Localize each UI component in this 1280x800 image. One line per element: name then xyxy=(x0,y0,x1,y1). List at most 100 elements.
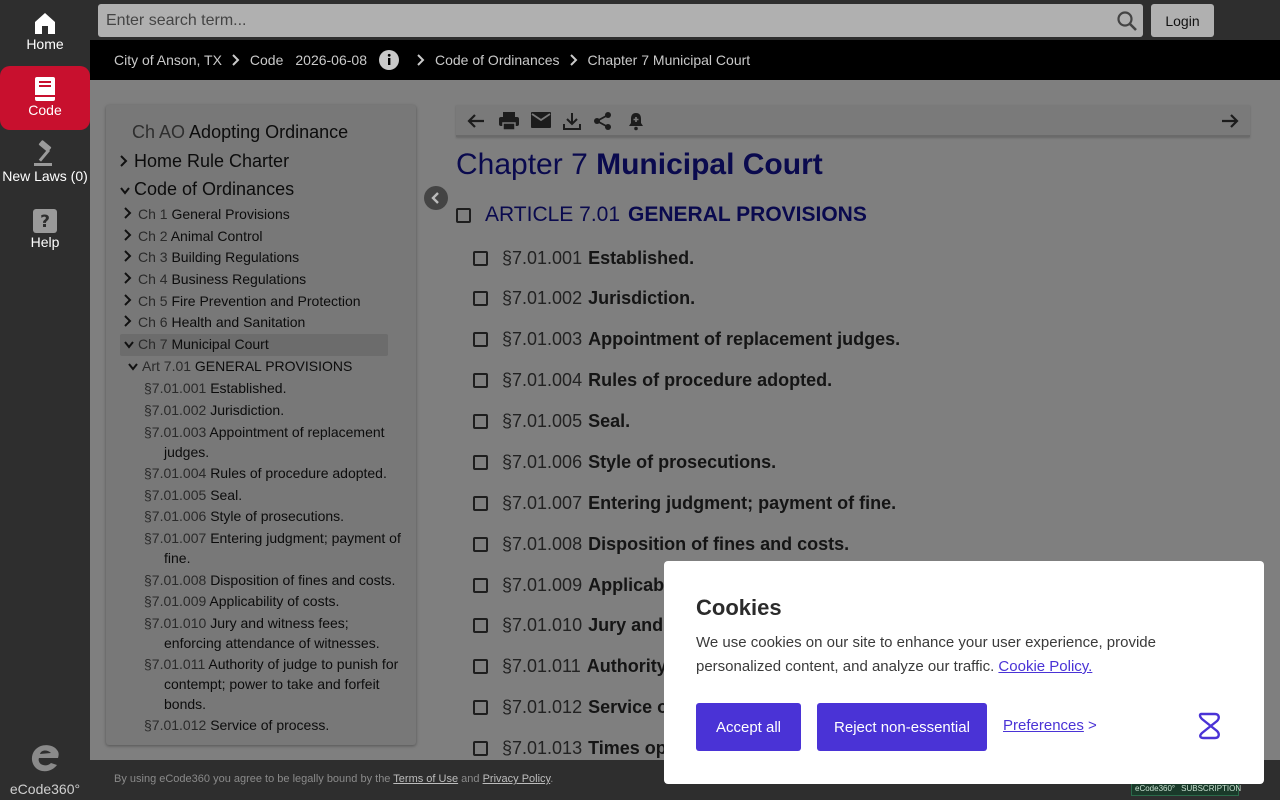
section-title[interactable]: Rules of procedure adopted. xyxy=(588,370,832,391)
section-title[interactable]: Disposition of fines and costs. xyxy=(588,534,849,555)
section-checkbox[interactable] xyxy=(473,332,488,347)
toc-section[interactable]: §7.01.005 Seal. xyxy=(144,485,408,505)
sidebar-item-new-laws[interactable]: New Laws (0) xyxy=(0,140,90,192)
terms-of-use-link[interactable]: Terms of Use xyxy=(393,773,458,785)
section-title[interactable]: Authority xyxy=(587,656,667,677)
brand-logo[interactable]: eCode360° xyxy=(0,742,90,797)
chevron-right-icon[interactable] xyxy=(124,228,134,244)
toc-article-7-01[interactable]: Art 7.01 GENERAL PROVISIONS xyxy=(128,358,352,374)
toc-chapter-1[interactable]: Ch 1 General Provisions xyxy=(124,206,290,222)
chevron-down-icon[interactable] xyxy=(120,179,130,200)
toc-section[interactable]: §7.01.008 Disposition of fines and costs… xyxy=(144,570,408,590)
toc-chapter-4[interactable]: Ch 4 Business Regulations xyxy=(124,271,306,287)
toc-section[interactable]: §7.01.001 Established. xyxy=(144,378,408,398)
search-icon[interactable] xyxy=(1116,10,1138,32)
sidebar-item-code[interactable]: Code xyxy=(0,66,90,130)
section-checkbox[interactable] xyxy=(473,496,488,511)
forward-arrow-icon[interactable] xyxy=(1220,111,1240,136)
preferences-link[interactable]: Preferences > xyxy=(1003,717,1097,734)
section-row[interactable]: §7.01.008 Disposition of fines and costs. xyxy=(473,534,849,555)
toc-item-code-of-ordinances[interactable]: Code of Ordinances xyxy=(120,179,294,200)
breadcrumb-city[interactable]: City of Anson, TX xyxy=(114,52,222,68)
section-checkbox[interactable] xyxy=(473,455,488,470)
toc-section[interactable]: §7.01.006 Style of prosecutions. xyxy=(144,506,408,526)
section-checkbox[interactable] xyxy=(473,618,488,633)
back-arrow-icon[interactable] xyxy=(466,111,486,136)
privacy-policy-link[interactable]: Privacy Policy xyxy=(483,773,551,785)
article-title[interactable]: GENERAL PROVISIONS xyxy=(628,203,867,227)
toc-chapter-5[interactable]: Ch 5 Fire Prevention and Protection xyxy=(124,293,361,309)
toc-section[interactable]: §7.01.011 Authority of judge to punish f… xyxy=(144,654,408,714)
section-row[interactable]: §7.01.003 Appointment of replacement judg… xyxy=(473,329,900,350)
chevron-right-icon[interactable] xyxy=(124,314,134,330)
chevron-right-icon[interactable] xyxy=(124,249,134,265)
download-icon[interactable] xyxy=(562,111,582,136)
section-title[interactable]: Jury and xyxy=(588,615,663,636)
toc-chapter-7[interactable]: Ch 7 Municipal Court xyxy=(120,334,388,356)
section-row[interactable]: §7.01.005 Seal. xyxy=(473,411,630,432)
chevron-down-icon[interactable] xyxy=(124,336,134,352)
search-input[interactable] xyxy=(98,4,1143,37)
chevron-right-icon[interactable] xyxy=(124,271,134,287)
chevron-right-icon[interactable] xyxy=(124,206,134,222)
section-row[interactable]: §7.01.007 Entering judgment; payment of f… xyxy=(473,493,896,514)
share-icon[interactable] xyxy=(593,111,613,136)
toc-item-adopting-ordinance[interactable]: Ch AO Adopting Ordinance xyxy=(132,122,348,143)
section-title[interactable]: Service o xyxy=(588,697,668,718)
section-checkbox[interactable] xyxy=(473,741,488,756)
cookie-consent-logo-icon[interactable] xyxy=(1194,711,1222,741)
section-checkbox[interactable] xyxy=(473,414,488,429)
section-checkbox[interactable] xyxy=(473,578,488,593)
section-checkbox[interactable] xyxy=(473,659,488,674)
section-row[interactable]: §7.01.009 Applicab xyxy=(473,575,664,596)
toc-section[interactable]: §7.01.010 Jury and witness fees; enforci… xyxy=(144,613,408,653)
toc-section[interactable]: §7.01.009 Applicability of costs. xyxy=(144,591,408,611)
breadcrumb-chapter[interactable]: Chapter 7 Municipal Court xyxy=(588,52,751,68)
section-row[interactable]: §7.01.010 Jury and xyxy=(473,615,663,636)
section-row[interactable]: §7.01.002 Jurisdiction. xyxy=(473,288,695,309)
toc-chapter-6[interactable]: Ch 6 Health and Sanitation xyxy=(124,314,305,330)
toc-section[interactable]: §7.01.012 Service of process. xyxy=(144,715,408,735)
section-row[interactable]: §7.01.006 Style of prosecutions. xyxy=(473,452,776,473)
cookie-policy-link[interactable]: Cookie Policy. xyxy=(998,658,1092,675)
info-icon[interactable] xyxy=(379,50,399,70)
breadcrumb-ordinances[interactable]: Code of Ordinances xyxy=(435,52,560,68)
toc-section[interactable]: §7.01.007 Entering judgment; payment of … xyxy=(144,528,408,568)
section-row[interactable]: §7.01.004 Rules of procedure adopted. xyxy=(473,370,832,391)
breadcrumb-code[interactable]: Code xyxy=(250,52,283,68)
section-row[interactable]: §7.01.001 Established. xyxy=(473,248,694,269)
section-title[interactable]: Times op xyxy=(588,738,667,759)
section-title[interactable]: Style of prosecutions. xyxy=(588,452,776,473)
section-checkbox[interactable] xyxy=(473,251,488,266)
login-button[interactable]: Login xyxy=(1151,4,1214,37)
toc-item-home-rule-charter[interactable]: Home Rule Charter xyxy=(120,151,289,172)
section-title[interactable]: Jurisdiction. xyxy=(588,288,695,309)
section-checkbox[interactable] xyxy=(473,373,488,388)
chevron-right-icon[interactable] xyxy=(124,293,134,309)
notification-add-icon[interactable] xyxy=(626,111,646,136)
section-title[interactable]: Established. xyxy=(588,248,694,269)
print-icon[interactable] xyxy=(498,111,520,136)
section-title[interactable]: Appointment of replacement judges. xyxy=(588,329,900,350)
email-icon[interactable] xyxy=(530,111,552,134)
accept-all-button[interactable]: Accept all xyxy=(696,703,801,751)
article-checkbox[interactable] xyxy=(456,207,471,223)
toc-chapter-3[interactable]: Ch 3 Building Regulations xyxy=(124,249,299,265)
toc-section[interactable]: §7.01.003 Appointment of replacement jud… xyxy=(144,422,408,462)
toc-section[interactable]: §7.01.004 Rules of procedure adopted. xyxy=(144,463,408,483)
section-row[interactable]: §7.01.013 Times op xyxy=(473,738,667,759)
sidebar-item-help[interactable]: ? Help xyxy=(0,208,90,260)
section-row[interactable]: §7.01.012 Service o xyxy=(473,697,668,718)
sidebar-item-home[interactable]: Home xyxy=(0,10,90,62)
toc-section[interactable]: §7.01.002 Jurisdiction. xyxy=(144,400,408,420)
section-title[interactable]: Entering judgment; payment of fine. xyxy=(588,493,896,514)
toc-chapter-2[interactable]: Ch 2 Animal Control xyxy=(124,228,263,244)
section-title[interactable]: Seal. xyxy=(588,411,630,432)
article-number[interactable]: ARTICLE 7.01 xyxy=(485,203,620,227)
reject-non-essential-button[interactable]: Reject non-essential xyxy=(817,703,987,751)
chevron-right-icon[interactable] xyxy=(120,151,130,172)
section-checkbox[interactable] xyxy=(473,537,488,552)
collapse-toc-button[interactable] xyxy=(424,186,448,210)
section-checkbox[interactable] xyxy=(473,700,488,715)
section-title[interactable]: Applicab xyxy=(588,575,664,596)
